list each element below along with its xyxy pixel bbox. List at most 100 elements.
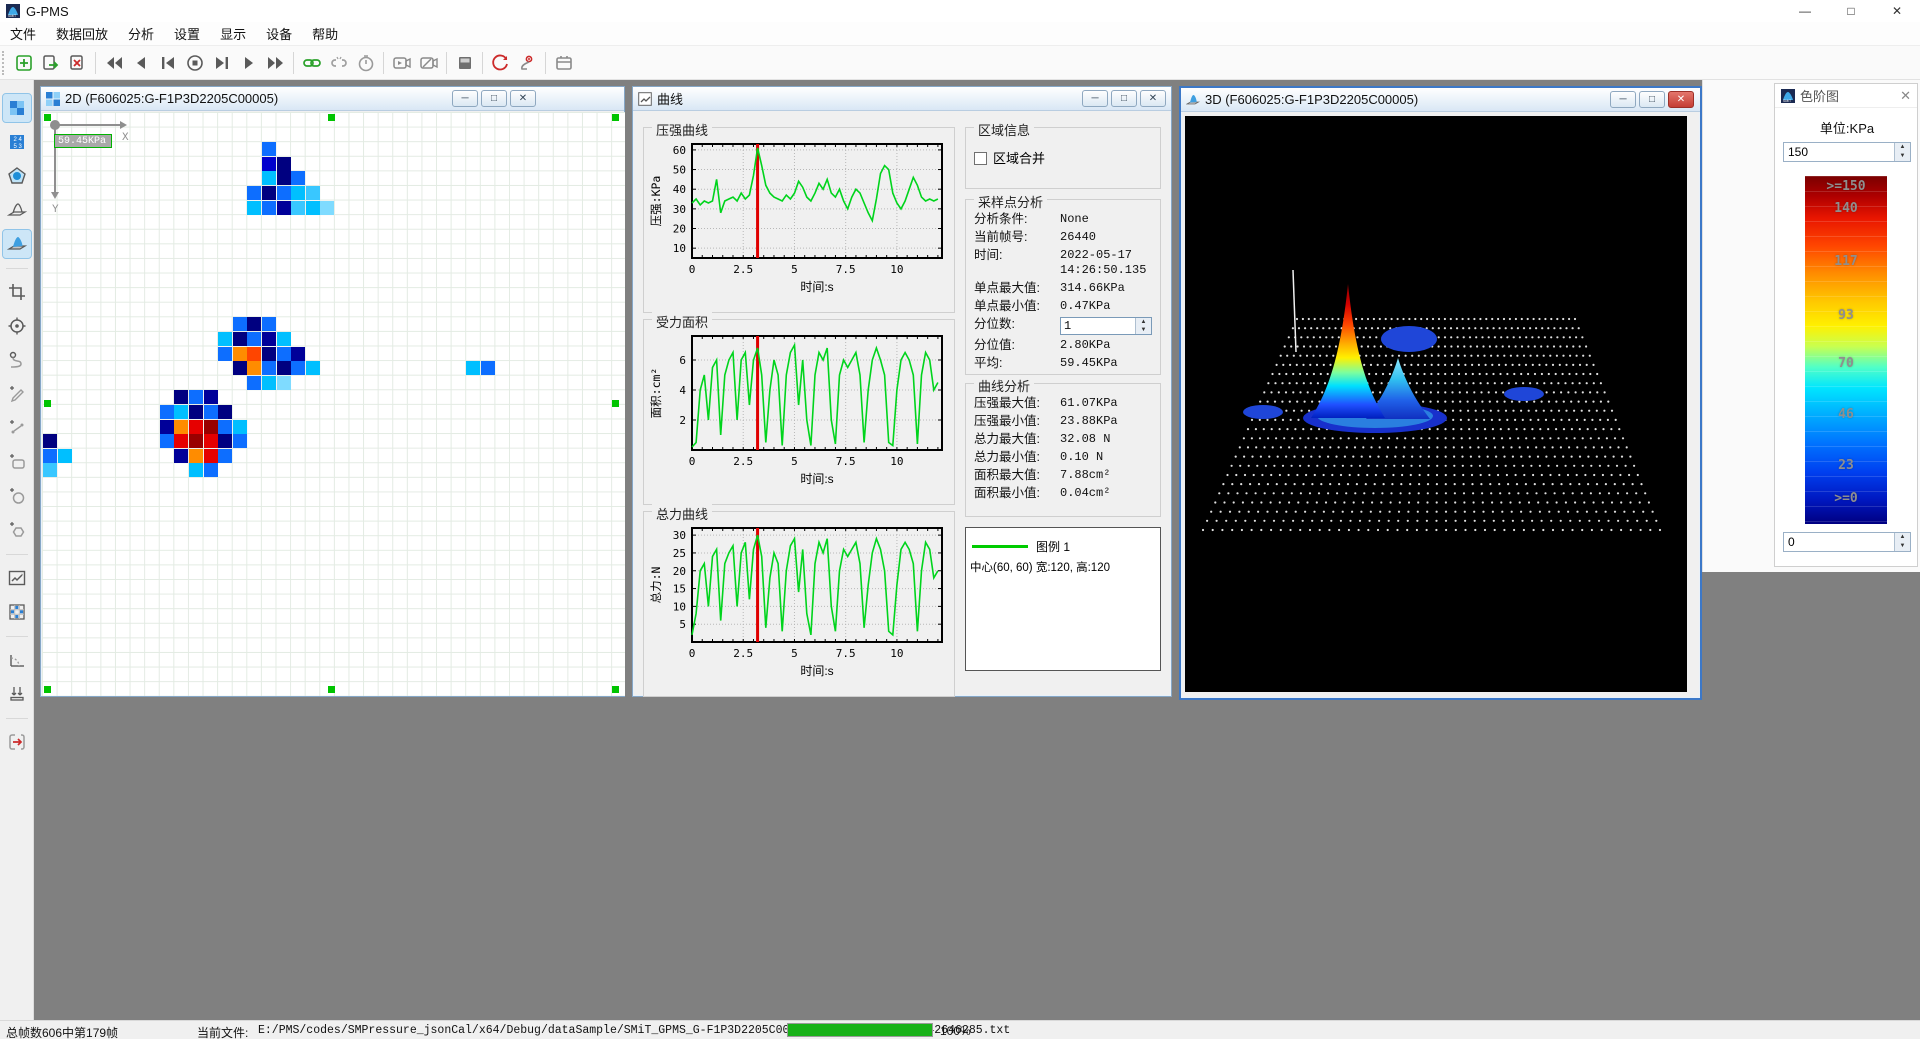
calendar-button[interactable] [550, 49, 577, 76]
spin-down[interactable]: ▼ [1136, 326, 1151, 334]
sidebar-tool-protractor-button[interactable] [3, 646, 31, 674]
sidebar-tool-circle-button[interactable] [3, 482, 31, 510]
chart-canvas[interactable]: 5101520253002.557.510总力:N时间:s [646, 522, 952, 690]
sidebar-view-region-button[interactable] [3, 162, 31, 190]
window-maximize-button[interactable]: □ [1828, 0, 1874, 22]
pressure-cell [204, 420, 218, 434]
window-2d-titlebar[interactable]: 2D (F606025:G-F1P3D2205C00005) ─ □ ✕ [41, 87, 624, 111]
sidebar-tool-hexagon-button[interactable] [3, 516, 31, 544]
sidebar-view-2d-button[interactable] [3, 94, 31, 122]
sidebar-tool-matrix-button[interactable] [3, 598, 31, 626]
sidebar-view-numbers-button[interactable]: 2453 [3, 128, 31, 156]
refresh-button[interactable] [487, 49, 514, 76]
window-curves-titlebar[interactable]: 曲线 ─ □ ✕ [633, 87, 1171, 111]
stop-record-button[interactable] [181, 49, 208, 76]
sidebar-tool-exit-button[interactable] [3, 728, 31, 756]
window-curves-close-button[interactable]: ✕ [1140, 90, 1166, 107]
sidebar-view-3d-surface-button[interactable] [3, 230, 31, 258]
window-3d-title: 3D (F606025:G-F1P3D2205C00005) [1205, 92, 1418, 107]
x-tick-label: 5 [791, 647, 798, 660]
surface-plot-3d[interactable] [1185, 116, 1687, 692]
unlink-button[interactable] [325, 49, 352, 76]
window-minimize-button[interactable]: — [1782, 0, 1828, 22]
fast-forward-button[interactable] [262, 49, 289, 76]
play-button[interactable] [235, 49, 262, 76]
percentile-spinbox[interactable]: 1 ▲▼ [1060, 317, 1152, 335]
skip-start-button[interactable] [154, 49, 181, 76]
selection-handle[interactable] [612, 114, 619, 121]
sampling-row: 分析条件:None [974, 212, 1152, 227]
selection-handle[interactable] [44, 686, 51, 693]
selection-handle[interactable] [44, 114, 51, 121]
window-3d-minimize-button[interactable]: ─ [1610, 91, 1636, 108]
chart-canvas[interactable]: 24602.557.510面积:cm²时间:s [646, 330, 952, 498]
colorbar-max-value[interactable]: 150 [1784, 143, 1894, 161]
min-spin-up[interactable]: ▲ [1895, 533, 1910, 542]
colorbar-max-spinbox[interactable]: 150 ▲▼ [1783, 142, 1911, 162]
menu-item-7[interactable]: 帮助 [302, 21, 348, 46]
selection-handle[interactable] [328, 686, 335, 693]
menu-item-5[interactable]: 显示 [210, 21, 256, 46]
percentile-value[interactable]: 1 [1061, 318, 1135, 334]
add-button[interactable] [10, 49, 37, 76]
sidebar-tool-target-button[interactable] [3, 312, 31, 340]
colorbar-close-icon[interactable]: ✕ [1900, 88, 1911, 104]
y-tick-label: 20 [673, 223, 686, 236]
sidebar-tool-rect-button[interactable] [3, 448, 31, 476]
monitor-button[interactable] [451, 49, 478, 76]
user-button[interactable] [514, 49, 541, 76]
menu-item-4[interactable]: 设置 [164, 21, 210, 46]
menu-item-3[interactable]: 分析 [118, 21, 164, 46]
max-spin-down[interactable]: ▼ [1895, 152, 1910, 161]
export-button[interactable] [37, 49, 64, 76]
fast-backward-button[interactable] [100, 49, 127, 76]
sidebar-tool-crop-button[interactable] [3, 278, 31, 306]
selection-handle[interactable] [612, 686, 619, 693]
tool-crop-icon [7, 282, 27, 302]
window-curves-maximize-button[interactable]: □ [1111, 90, 1137, 107]
video-record-button[interactable] [388, 49, 415, 76]
max-spin-up[interactable]: ▲ [1895, 143, 1910, 152]
selection-handle[interactable] [612, 400, 619, 407]
colorbar-min-spinbox[interactable]: 0 ▲▼ [1783, 532, 1911, 552]
sidebar-tool-pencil-button[interactable] [3, 380, 31, 408]
spin-up[interactable]: ▲ [1136, 318, 1151, 326]
skip-end-button[interactable] [208, 49, 235, 76]
sidebar-tool-line-button[interactable] [3, 414, 31, 442]
selection-handle[interactable] [328, 114, 335, 121]
window-2d-maximize-button[interactable]: □ [481, 90, 507, 107]
region-merge-checkbox[interactable] [974, 152, 987, 165]
pressure-map-2d[interactable]: X Y 59.45KPa [42, 112, 625, 696]
pressure-cell [204, 405, 218, 419]
video-stop-button[interactable] [415, 49, 442, 76]
window-3d-titlebar[interactable]: 3D (F606025:G-F1P3D2205C00005) ─ □ ✕ [1181, 88, 1700, 112]
pressure-cell [277, 201, 291, 215]
menu-item-1[interactable]: 文件 [0, 21, 46, 46]
window-2d-close-button[interactable]: ✕ [510, 90, 536, 107]
pressure-cell [174, 405, 188, 419]
sidebar-view-3d-wire-button[interactable] [3, 196, 31, 224]
stopwatch-button[interactable] [352, 49, 379, 76]
colorbar-min-value[interactable]: 0 [1784, 533, 1894, 551]
selection-handle[interactable] [44, 400, 51, 407]
colorbar-titlebar[interactable]: SMiT 色阶图 ✕ [1775, 84, 1917, 108]
menu-item-6[interactable]: 设备 [256, 21, 302, 46]
sidebar-tool-chart-button[interactable] [3, 564, 31, 592]
window-curves-minimize-button[interactable]: ─ [1082, 90, 1108, 107]
min-spin-down[interactable]: ▼ [1895, 542, 1910, 551]
toolbar-grip[interactable] [2, 51, 10, 75]
y-tick-label: 2 [679, 414, 686, 427]
delete-button[interactable] [64, 49, 91, 76]
step-backward-button[interactable] [127, 49, 154, 76]
window-3d-maximize-button[interactable]: □ [1639, 91, 1665, 108]
sidebar-tool-landing-button[interactable] [3, 680, 31, 708]
chart-canvas[interactable]: 10203040506002.557.510压强:KPa时间:s [646, 138, 952, 306]
menu-item-2[interactable]: 数据回放 [46, 21, 118, 46]
window-close-button[interactable]: ✕ [1874, 0, 1920, 22]
chart-group-总力曲线: 总力曲线5101520253002.557.510总力:N时间:s [643, 511, 955, 697]
sidebar-tool-route-button[interactable] [3, 346, 31, 374]
delete-icon [68, 53, 88, 73]
window-3d-close-button[interactable]: ✕ [1668, 91, 1694, 108]
window-2d-minimize-button[interactable]: ─ [452, 90, 478, 107]
link-button[interactable] [298, 49, 325, 76]
